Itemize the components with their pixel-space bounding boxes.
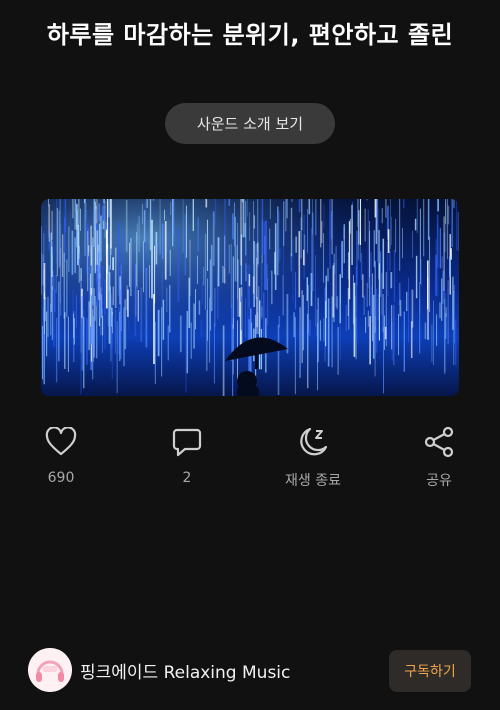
like-count: 690 — [47, 470, 75, 486]
channel-avatar[interactable] — [28, 648, 72, 692]
channel-name[interactable]: 핑크에이드 Relaxing Music — [80, 658, 290, 683]
pink-headphones-logo — [28, 648, 72, 692]
cover-image — [41, 199, 459, 396]
subscribe-button[interactable]: 구독하기 — [389, 650, 471, 692]
sleep-timer-button[interactable]: 재생 종료 — [273, 420, 353, 490]
page-title: 하루를 마감하는 분위기, 편안하고 졸린 — [46, 21, 454, 49]
share-label: 공유 — [426, 473, 452, 489]
rain-artwork — [41, 199, 459, 396]
share-button[interactable]: 공유 — [399, 420, 479, 490]
moon-sleep-icon — [273, 420, 353, 464]
sound-intro-button[interactable]: 사운드 소개 보기 — [165, 103, 335, 144]
comment-icon — [147, 420, 227, 464]
share-icon — [399, 420, 479, 464]
action-bar: 690 2 재생 종료 공유 — [0, 420, 500, 500]
comment-count: 2 — [182, 470, 192, 486]
sleep-timer-label: 재생 종료 — [285, 473, 341, 489]
comment-button[interactable]: 2 — [147, 420, 227, 486]
heart-icon — [21, 420, 101, 464]
like-button[interactable]: 690 — [21, 420, 101, 486]
channel-row: 핑크에이드 Relaxing Music 구독하기 — [0, 642, 500, 698]
